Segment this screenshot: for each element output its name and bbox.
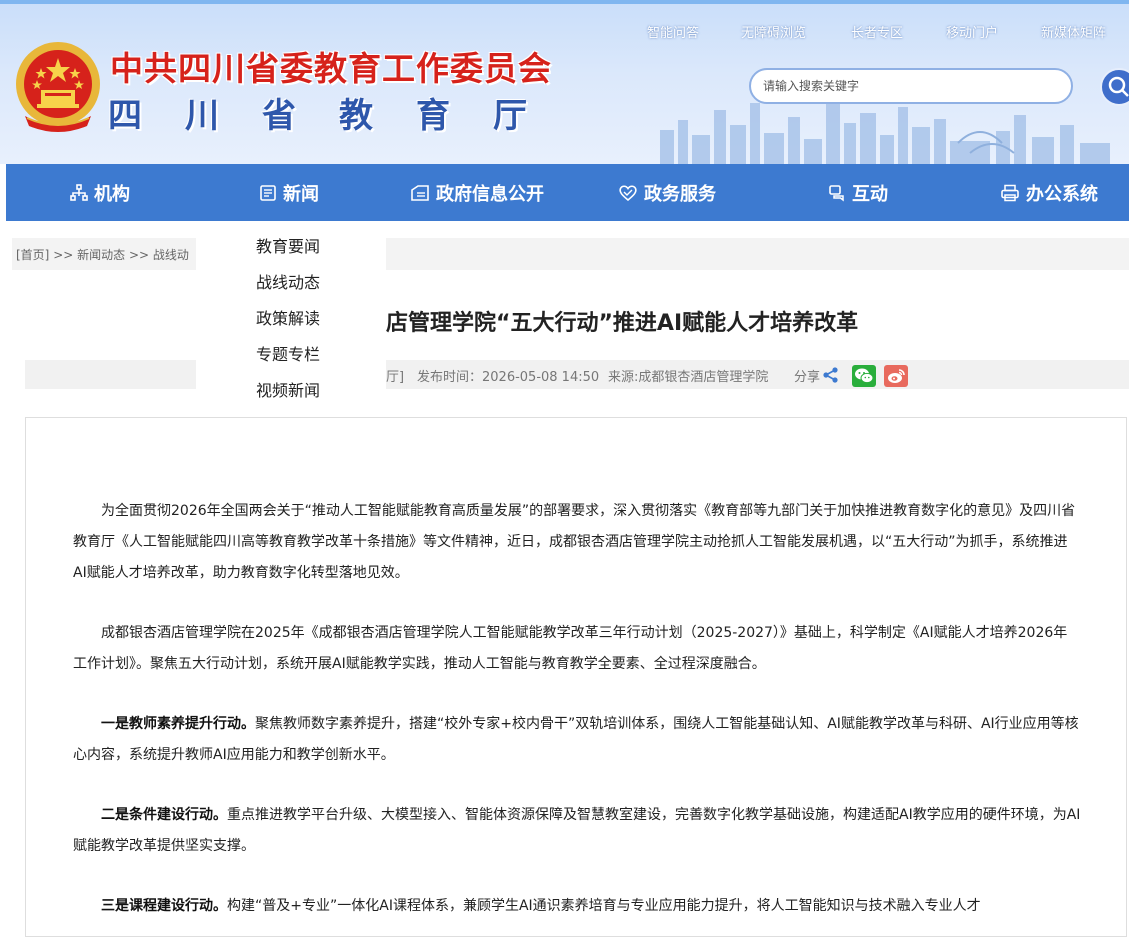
site-title-primary: 中共四川省委教育工作委员会: [110, 49, 552, 88]
news-icon: [260, 184, 276, 201]
nav-item-label: 办公系统: [1026, 183, 1098, 205]
nav-item-org[interactable]: 机构: [70, 164, 130, 221]
paragraph-text: 为全面贯彻2026年全国两会关于“推动人工智能赋能教育高质量发展”的部署要求，深…: [73, 503, 1076, 581]
site-header: 中共四川省委教育工作委员会 四川省教育厅 智能问答 无障碍浏览 长者专区 移动门…: [0, 0, 1129, 164]
nav-item-gov-info[interactable]: 政府信息公开: [410, 164, 544, 221]
publish-time: 发布时间：2026-05-08 14:50: [417, 370, 600, 385]
breadcrumb: [首页] >> 新闻动态 >> 战线动: [16, 246, 189, 263]
top-link-smart-qa[interactable]: 智能问答: [647, 22, 699, 41]
service-icon: [619, 184, 637, 201]
article-paragraph: 为全面贯彻2026年全国两会关于“推动人工智能赋能教育高质量发展”的部署要求，深…: [73, 496, 1081, 589]
search-icon: [1108, 76, 1129, 97]
nav-item-label: 政务服务: [644, 183, 716, 205]
dropdown-item-education-news[interactable]: 教育要闻: [256, 233, 320, 257]
article-paragraph: 成都银杏酒店管理学院在2025年《成都银杏酒店管理学院人工智能赋能教学改革三年行…: [73, 618, 1081, 680]
news-dropdown-menu: 教育要闻 战线动态 政策解读 专题专栏 视频新闻: [196, 222, 386, 418]
dropdown-item-special-topics[interactable]: 专题专栏: [256, 341, 320, 365]
dropdown-item-video-news[interactable]: 视频新闻: [256, 377, 320, 401]
nav-item-interact[interactable]: 互动: [828, 164, 888, 221]
nav-item-office[interactable]: 办公系统: [1000, 164, 1098, 221]
nav-item-label: 新闻: [283, 183, 319, 205]
site-title-secondary: 四川省教育厅: [108, 96, 570, 136]
weibo-share-button[interactable]: [884, 365, 908, 387]
skyline-illustration: [660, 97, 1110, 164]
paragraph-text: 成都银杏酒店管理学院在2025年《成都银杏酒店管理学院人工智能赋能教学改革三年行…: [73, 625, 1068, 672]
article-paragraph: 一是教师素养提升行动。聚焦教师数字素养提升，搭建“校外专家+校内骨干”双轨培训体…: [73, 709, 1081, 771]
search-input[interactable]: [749, 68, 1073, 104]
office-icon: [1001, 184, 1019, 201]
share-label: 分享: [794, 370, 821, 385]
meta-prefix: 厅]: [386, 370, 405, 385]
nav-item-label: 互动: [852, 183, 888, 205]
top-link-elderly[interactable]: 长者专区: [851, 22, 903, 41]
top-link-accessibility[interactable]: 无障碍浏览: [741, 22, 806, 41]
nav-item-label: 机构: [94, 183, 130, 205]
search-button[interactable]: [1100, 68, 1129, 106]
header-top-stripe: [0, 0, 1129, 4]
nav-item-news[interactable]: 新闻: [259, 164, 319, 221]
main-nav: 机构 新闻 政府信息公开 政务服务 互动 办公系统: [6, 164, 1129, 221]
paragraph-lead: 三是课程建设行动。: [101, 898, 227, 914]
breadcrumb-separator: >>: [53, 248, 74, 262]
info-open-icon: [411, 184, 429, 201]
breadcrumb-home[interactable]: [首页]: [16, 248, 49, 262]
dropdown-item-policy-interpretation[interactable]: 政策解读: [256, 305, 320, 329]
share-icon[interactable]: [822, 366, 840, 384]
wechat-share-button[interactable]: [852, 365, 876, 387]
dropdown-item-frontline-news[interactable]: 战线动态: [256, 269, 320, 293]
article-paragraph: 三是课程建设行动。构建“普及+专业”一体化AI课程体系，兼顾学生AI通识素养培育…: [73, 891, 1081, 922]
nav-item-gov-service[interactable]: 政务服务: [618, 164, 716, 221]
paragraph-lead: 一是教师素养提升行动。: [101, 716, 255, 732]
breadcrumb-separator: >>: [128, 248, 150, 262]
top-utility-links: 智能问答 无障碍浏览 长者专区 移动门户 新媒体矩阵: [0, 22, 1129, 42]
top-link-new-media[interactable]: 新媒体矩阵: [1041, 22, 1106, 41]
wechat-icon: [855, 368, 874, 384]
article-paragraph: 二是条件建设行动。重点推进教学平台升级、大模型接入、智能体资源保障及智慧教室建设…: [73, 800, 1081, 862]
paragraph-lead: 二是条件建设行动。: [101, 807, 227, 823]
nav-item-label: 政府信息公开: [436, 183, 544, 205]
top-link-mobile-portal[interactable]: 移动门户: [946, 22, 998, 41]
national-emblem-icon: [16, 42, 100, 132]
breadcrumb-news[interactable]: 新闻动态: [77, 248, 125, 262]
weibo-icon: [888, 369, 905, 383]
breadcrumb-current[interactable]: 战线动: [153, 248, 189, 262]
org-icon: [70, 183, 88, 201]
article-title: 店管理学院“五大行动”推进AI赋能人才培养改革: [386, 311, 859, 336]
paragraph-text: 构建“普及+专业”一体化AI课程体系，兼顾学生AI通识素养培育与专业应用能力提升…: [227, 898, 981, 914]
article-source: 来源:成都银杏酒店管理学院: [608, 370, 769, 385]
interact-icon: [829, 184, 844, 202]
